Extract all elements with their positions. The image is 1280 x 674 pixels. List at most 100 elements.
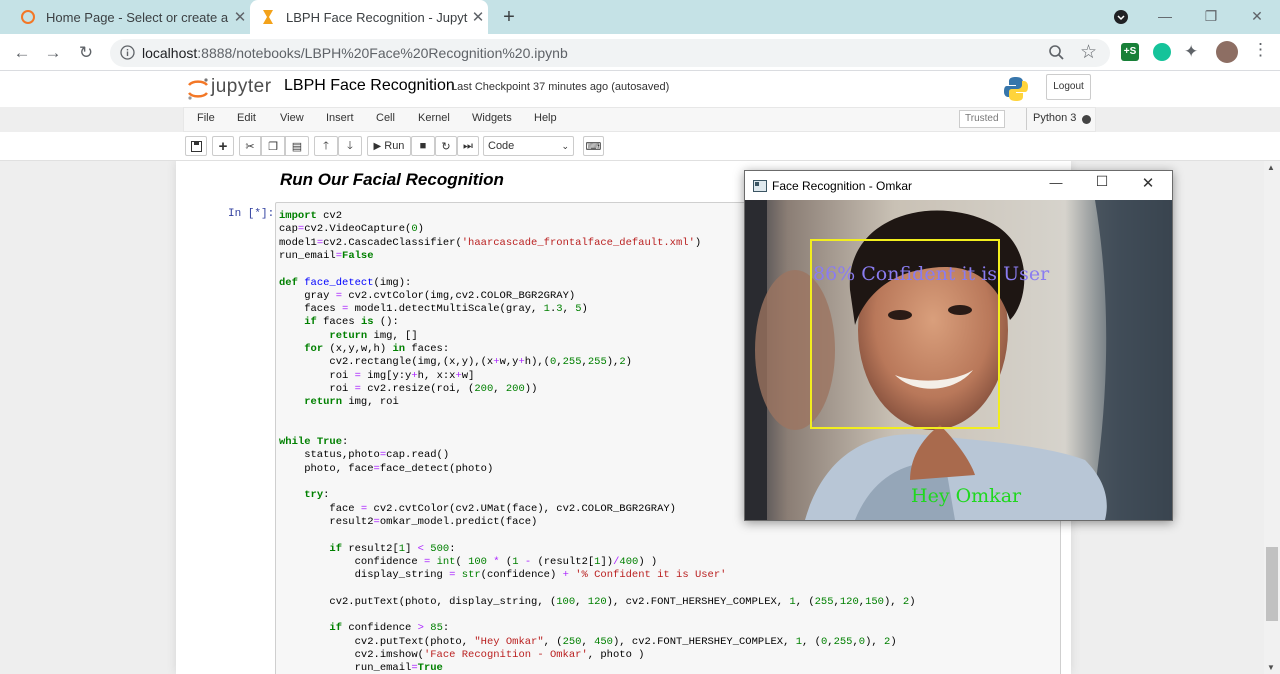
browser-tab-strip: Home Page - Select or create a n ✕ LBPH … — [0, 0, 1280, 34]
checkpoint-time: 37 minutes ago — [532, 81, 609, 93]
code-line: cv2.putText(photo, display_string, (100,… — [279, 595, 916, 608]
browser-toolbar: ← → ↻ localhost:8888/notebooks/LBPH%20Fa… — [0, 34, 1280, 71]
code-line: display_string = str(confidence) + '% Co… — [279, 569, 727, 582]
menu-edit[interactable]: Edit — [237, 112, 256, 124]
window-minimize-icon[interactable]: — — [1142, 4, 1188, 28]
code-line: faces = model1.detectMultiScale(gray, 1.… — [279, 303, 588, 316]
menu-help[interactable]: Help — [534, 112, 557, 124]
menu-insert[interactable]: Insert — [326, 112, 354, 124]
tab-close-icon[interactable]: ✕ — [230, 8, 250, 26]
python-logo-icon — [1004, 76, 1028, 102]
url-text: localhost:8888/notebooks/LBPH%20Face%20R… — [142, 45, 568, 61]
menu-kernel[interactable]: Kernel — [418, 112, 450, 124]
hourglass-icon — [260, 9, 276, 25]
window-close-icon[interactable]: ✕ — [1234, 4, 1280, 28]
code-line: while True: — [279, 436, 349, 449]
code-line: def face_detect(img): — [279, 276, 412, 289]
run-button[interactable]: ▶ Run — [367, 136, 411, 156]
code-line: try: — [304, 489, 330, 502]
code-line: run_email=False — [279, 249, 374, 262]
cell-type-value: Code — [488, 140, 515, 152]
code-line: return img, roi — [304, 396, 399, 409]
grammarly-icon[interactable] — [1153, 43, 1171, 61]
checkpoint-label: Last Checkpoint — [451, 81, 530, 93]
window-restore-icon[interactable]: ❐ — [1188, 4, 1234, 28]
extension-plus-s-icon[interactable]: +S — [1121, 43, 1139, 61]
run-label: Run — [384, 140, 405, 152]
stop-square-icon[interactable]: ■ — [411, 136, 435, 156]
close-icon[interactable]: ✕ — [1133, 174, 1163, 192]
zoom-icon[interactable] — [1048, 44, 1065, 66]
profile-avatar[interactable] — [1216, 41, 1238, 63]
maximize-icon[interactable]: ☐ — [1087, 173, 1117, 190]
code-line: cv2.putText(photo, "Hey Omkar", (250, 45… — [279, 635, 897, 648]
code-line: cv2.rectangle(img,(x,y),(x+w,y+h),(0,255… — [279, 356, 632, 369]
tab-home-page[interactable]: Home Page - Select or create a n ✕ — [12, 0, 250, 34]
fast-forward-icon[interactable]: ⏭ — [457, 136, 479, 156]
copy-icon[interactable]: ❐ — [261, 136, 285, 156]
page-scrollbar[interactable]: ▲ ▼ — [1264, 161, 1280, 674]
tab-lbph-face-recognition[interactable]: LBPH Face Recognition - Jupyter ✕ — [250, 0, 488, 34]
notebook-name[interactable]: LBPH Face Recognition — [284, 77, 455, 95]
code-line: if faces is (): — [304, 316, 399, 329]
trusted-indicator[interactable]: Trusted — [959, 110, 1005, 128]
scrollbar-thumb[interactable] — [1266, 547, 1278, 621]
code-line: result2=omkar_model.predict(face) — [279, 515, 538, 528]
opencv-window[interactable]: Face Recognition - Omkar — ☐ ✕ 86% Confi… — [744, 170, 1173, 521]
scroll-down-arrow-icon[interactable]: ▼ — [1267, 663, 1275, 672]
move-up-arrow-icon[interactable]: 🡑 — [314, 136, 338, 156]
move-down-arrow-icon[interactable]: 🡓 — [338, 136, 362, 156]
input-prompt: In [*]: — [228, 208, 275, 220]
cell-type-select[interactable]: Code ⌄ — [483, 136, 574, 156]
insert-cell-plus-icon[interactable]: + — [212, 136, 234, 156]
code-line: face = cv2.cvtColor(cv2.UMat(face), cv2.… — [279, 502, 676, 515]
address-bar[interactable]: localhost:8888/notebooks/LBPH%20Face%20R… — [110, 39, 1110, 67]
opencv-app-icon — [753, 179, 767, 197]
code-line: if result2[1] < 500: — [329, 542, 456, 555]
info-icon[interactable] — [120, 45, 135, 65]
new-tab-plus-icon[interactable]: + — [497, 5, 521, 29]
kernel-divider — [1026, 108, 1027, 130]
code-line: roi = img[y:y+h, x:x+w] — [279, 369, 475, 382]
minimize-icon[interactable]: — — [1041, 175, 1071, 190]
chevron-down-icon: ⌄ — [561, 140, 569, 151]
webcam-frame: 86% Confident it is User Hey Omkar — [745, 200, 1172, 520]
code-line: roi = cv2.resize(roi, (200, 200)) — [279, 382, 538, 395]
forward-arrow-icon[interactable]: → — [40, 40, 66, 66]
webcam-image: 86% Confident it is User Hey Omkar — [745, 200, 1172, 520]
tab-close-icon[interactable]: ✕ — [468, 8, 488, 26]
kernel-name[interactable]: Python 3 — [1033, 112, 1076, 124]
menu-view[interactable]: View — [280, 112, 304, 124]
scroll-up-arrow-icon[interactable]: ▲ — [1267, 163, 1275, 172]
code-line: run_email=True — [279, 662, 443, 674]
restart-kernel-icon[interactable]: ↻ — [435, 136, 457, 156]
tab-search-icon[interactable] — [1113, 9, 1129, 25]
menu-cell[interactable]: Cell — [376, 112, 395, 124]
reload-icon[interactable]: ↻ — [73, 40, 99, 66]
logout-button[interactable]: Logout — [1046, 74, 1091, 100]
opencv-window-titlebar[interactable]: Face Recognition - Omkar — ☐ ✕ — [745, 171, 1172, 200]
cut-scissors-icon[interactable]: ✂ — [239, 136, 261, 156]
tab-title: LBPH Face Recognition - Jupyter — [286, 9, 468, 25]
extensions-puzzle-icon[interactable]: ✦ — [1184, 42, 1198, 62]
markdown-heading[interactable]: Run Our Facial Recognition — [280, 170, 504, 190]
url-host: localhost — [142, 45, 198, 61]
menu-widgets[interactable]: Widgets — [472, 112, 512, 124]
jupyter-logo-text[interactable]: jupyter — [211, 76, 272, 98]
code-line: cv2.imshow('Face Recognition - Omkar', p… — [279, 648, 645, 661]
confidence-overlay-text: 86% Confident it is User — [813, 263, 1050, 285]
paste-icon[interactable]: ▤ — [285, 136, 309, 156]
code-line: model1=cv2.CascadeClassifier('haarcascad… — [279, 236, 702, 249]
jupyter-header: jupyter LBPH Face Recognition Last Check… — [0, 71, 1280, 107]
checkpoint-status: Last Checkpoint 37 minutes ago (autosave… — [451, 81, 669, 93]
save-icon[interactable] — [185, 136, 207, 156]
kernel-busy-indicator-icon — [1082, 115, 1091, 124]
jupyter-menubar: File Edit View Insert Cell Kernel Widget… — [183, 107, 1096, 132]
jupyter-logo-icon[interactable] — [186, 77, 210, 101]
bookmark-star-icon[interactable]: ☆ — [1080, 41, 1097, 64]
back-arrow-icon[interactable]: ← — [9, 40, 35, 66]
url-path: :8888/notebooks/LBPH%20Face%20Recognitio… — [197, 45, 568, 61]
menu-file[interactable]: File — [197, 112, 215, 124]
browser-menu-icon[interactable]: ⋮ — [1252, 40, 1269, 60]
command-palette-keyboard-icon[interactable]: ⌨ — [583, 136, 604, 156]
